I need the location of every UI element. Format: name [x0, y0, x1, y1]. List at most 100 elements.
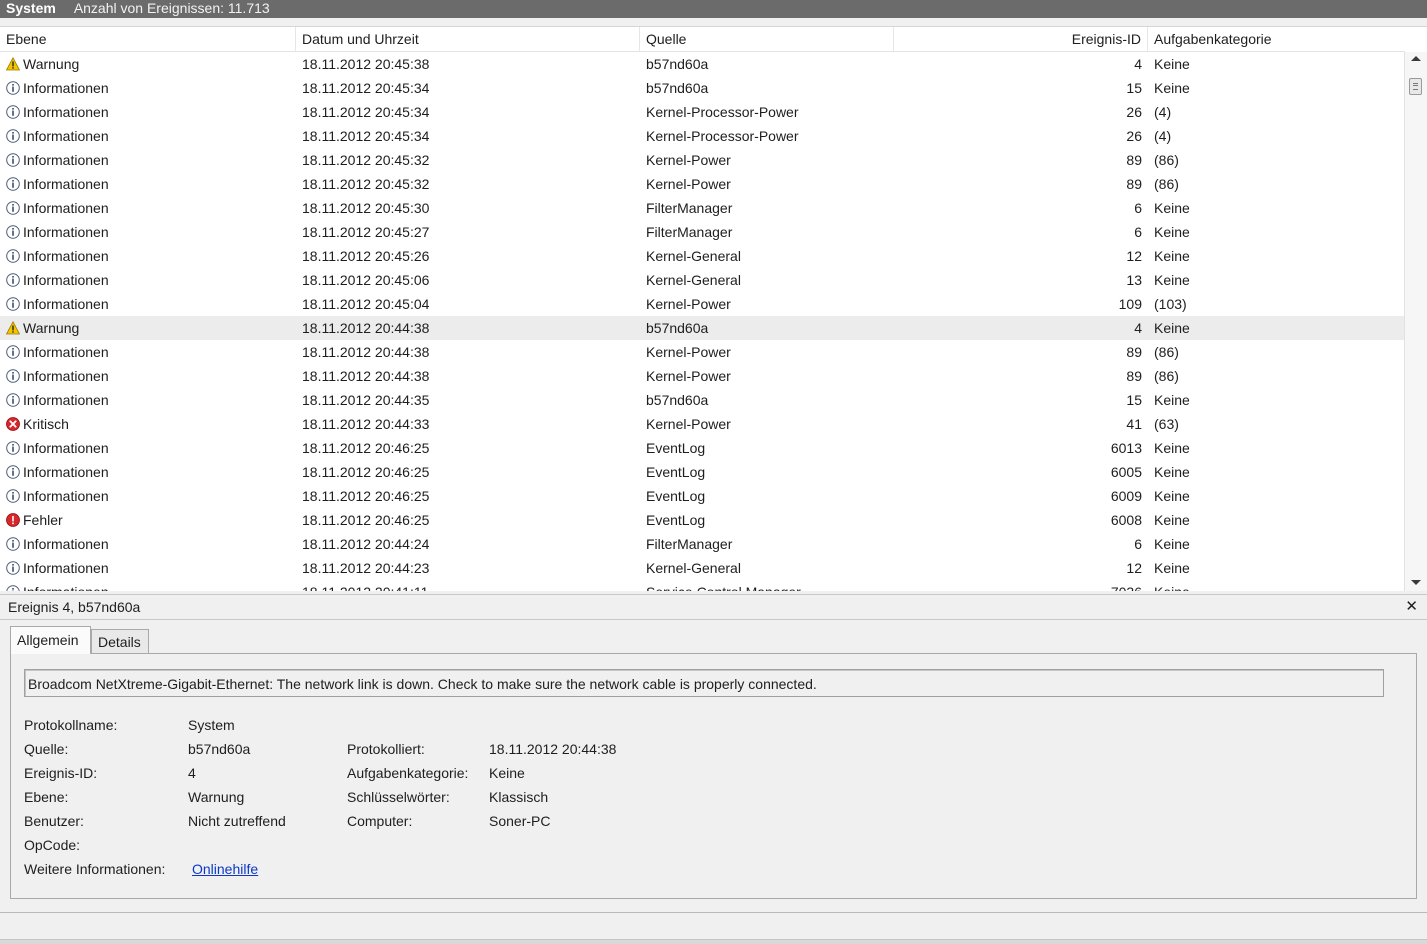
cell-datetime: 18.11.2012 20:46:25: [302, 436, 638, 460]
cell-datetime: 18.11.2012 20:46:25: [302, 460, 638, 484]
online-help-link[interactable]: Onlinehilfe: [192, 859, 258, 879]
cell-datetime: 18.11.2012 20:44:33: [302, 412, 638, 436]
table-row[interactable]: Informationen18.11.2012 20:45:32Kernel-P…: [0, 172, 1405, 196]
table-row[interactable]: Informationen18.11.2012 20:46:25EventLog…: [0, 460, 1405, 484]
table-row[interactable]: Informationen18.11.2012 20:44:35b57nd60a…: [0, 388, 1405, 412]
cell-datetime: 18.11.2012 20:45:34: [302, 76, 638, 100]
cell-category: Keine: [1154, 532, 1394, 556]
value-computer: Soner-PC: [489, 811, 550, 831]
cell-level: Informationen: [6, 364, 294, 388]
cell-category: Keine: [1154, 76, 1394, 100]
info-icon: [6, 270, 20, 284]
table-row[interactable]: Informationen18.11.2012 20:45:26Kernel-G…: [0, 244, 1405, 268]
value-task-category: Keine: [489, 763, 525, 783]
cell-source: b57nd60a: [646, 388, 1006, 412]
cell-event-id: 13: [1006, 268, 1142, 292]
table-row[interactable]: Informationen18.11.2012 20:46:25EventLog…: [0, 484, 1405, 508]
cell-level: Informationen: [6, 220, 294, 244]
level-text: Informationen: [23, 152, 109, 168]
table-row[interactable]: Informationen18.11.2012 20:41:11Service …: [0, 580, 1405, 591]
cell-datetime: 18.11.2012 20:45:26: [302, 244, 638, 268]
column-header-event-id[interactable]: Ereignis-ID: [894, 27, 1148, 51]
value-keywords: Klassisch: [489, 787, 548, 807]
table-row[interactable]: Warnung18.11.2012 20:44:38b57nd60a4Keine: [0, 316, 1405, 340]
cell-level: Warnung: [6, 316, 294, 340]
cell-category: Keine: [1154, 268, 1394, 292]
table-row[interactable]: Informationen18.11.2012 20:45:34b57nd60a…: [0, 76, 1405, 100]
cell-event-id: 15: [1006, 76, 1142, 100]
cell-datetime: 18.11.2012 20:46:25: [302, 508, 638, 532]
column-header-source[interactable]: Quelle: [640, 27, 894, 51]
table-row[interactable]: Informationen18.11.2012 20:46:25EventLog…: [0, 436, 1405, 460]
cell-source: EventLog: [646, 460, 1006, 484]
column-header-level[interactable]: Ebene: [0, 27, 296, 51]
cell-category: (86): [1154, 340, 1394, 364]
tab-details[interactable]: Details: [91, 629, 149, 653]
cell-category: (103): [1154, 292, 1394, 316]
divider: [0, 912, 1427, 913]
close-icon[interactable]: ✕: [1405, 595, 1418, 619]
scroll-down-icon[interactable]: [1411, 580, 1421, 585]
cell-level: Informationen: [6, 244, 294, 268]
info-icon: [6, 126, 20, 140]
tab-allgemein[interactable]: Allgemein: [10, 626, 91, 654]
cell-event-id: 6: [1006, 532, 1142, 556]
table-row[interactable]: Informationen18.11.2012 20:44:23Kernel-G…: [0, 556, 1405, 580]
cell-source: Kernel-Power: [646, 340, 1006, 364]
value-user: Nicht zutreffend: [188, 811, 286, 831]
warning-icon: [6, 318, 20, 332]
table-row[interactable]: Informationen18.11.2012 20:45:04Kernel-P…: [0, 292, 1405, 316]
table-row[interactable]: Informationen18.11.2012 20:44:38Kernel-P…: [0, 340, 1405, 364]
table-row[interactable]: Informationen18.11.2012 20:45:06Kernel-G…: [0, 268, 1405, 292]
cell-level: Informationen: [6, 124, 294, 148]
cell-event-id: 6009: [1006, 484, 1142, 508]
table-row[interactable]: Informationen18.11.2012 20:45:32Kernel-P…: [0, 148, 1405, 172]
event-list[interactable]: Ebene Datum und Uhrzeit Quelle Ereignis-…: [0, 26, 1427, 591]
info-icon: [6, 78, 20, 92]
cell-datetime: 18.11.2012 20:44:23: [302, 556, 638, 580]
column-header-category[interactable]: Aufgabenkategorie: [1148, 27, 1405, 51]
column-header-datetime[interactable]: Datum und Uhrzeit: [296, 27, 640, 51]
cell-level: Informationen: [6, 484, 294, 508]
table-row[interactable]: Informationen18.11.2012 20:45:34Kernel-P…: [0, 100, 1405, 124]
cell-event-id: 6: [1006, 196, 1142, 220]
cell-datetime: 18.11.2012 20:45:30: [302, 196, 638, 220]
table-row[interactable]: Informationen18.11.2012 20:45:30FilterMa…: [0, 196, 1405, 220]
detail-title-bar: Ereignis 4, b57nd60a ✕: [0, 594, 1427, 620]
table-row[interactable]: Warnung18.11.2012 20:45:38b57nd60a4Keine: [0, 52, 1405, 76]
info-icon: [6, 246, 20, 260]
table-row[interactable]: Informationen18.11.2012 20:44:24FilterMa…: [0, 532, 1405, 556]
level-text: Informationen: [23, 560, 109, 576]
value-event-id: 4: [188, 763, 196, 783]
event-message[interactable]: Broadcom NetXtreme-Gigabit-Ethernet: The…: [24, 669, 1384, 697]
cell-event-id: 89: [1006, 148, 1142, 172]
cell-source: EventLog: [646, 508, 1006, 532]
cell-category: Keine: [1154, 508, 1394, 532]
cell-source: Kernel-Power: [646, 412, 1006, 436]
cell-event-id: 6: [1006, 220, 1142, 244]
cell-level: Informationen: [6, 292, 294, 316]
cell-datetime: 18.11.2012 20:46:25: [302, 484, 638, 508]
info-icon: [6, 534, 20, 548]
cell-level: Informationen: [6, 76, 294, 100]
cell-datetime: 18.11.2012 20:45:32: [302, 172, 638, 196]
level-text: Informationen: [23, 104, 109, 120]
vertical-scrollbar[interactable]: [1404, 52, 1427, 591]
table-row[interactable]: Informationen18.11.2012 20:45:27FilterMa…: [0, 220, 1405, 244]
level-text: Informationen: [23, 176, 109, 192]
table-row[interactable]: Informationen18.11.2012 20:44:38Kernel-P…: [0, 364, 1405, 388]
cell-level: Fehler: [6, 508, 294, 532]
table-row[interactable]: Kritisch18.11.2012 20:44:33Kernel-Power4…: [0, 412, 1405, 436]
scroll-thumb[interactable]: [1409, 78, 1422, 95]
cell-event-id: 7036: [1006, 580, 1142, 591]
cell-category: (86): [1154, 148, 1394, 172]
info-icon: [6, 342, 20, 356]
status-bar: [0, 939, 1427, 944]
level-text: Informationen: [23, 344, 109, 360]
scroll-up-icon[interactable]: [1411, 56, 1421, 61]
table-row[interactable]: Informationen18.11.2012 20:45:34Kernel-P…: [0, 124, 1405, 148]
critical-icon: [6, 414, 20, 428]
cell-event-id: 12: [1006, 244, 1142, 268]
label-level: Ebene:: [24, 787, 68, 807]
table-row[interactable]: Fehler18.11.2012 20:46:25EventLog6008Kei…: [0, 508, 1405, 532]
